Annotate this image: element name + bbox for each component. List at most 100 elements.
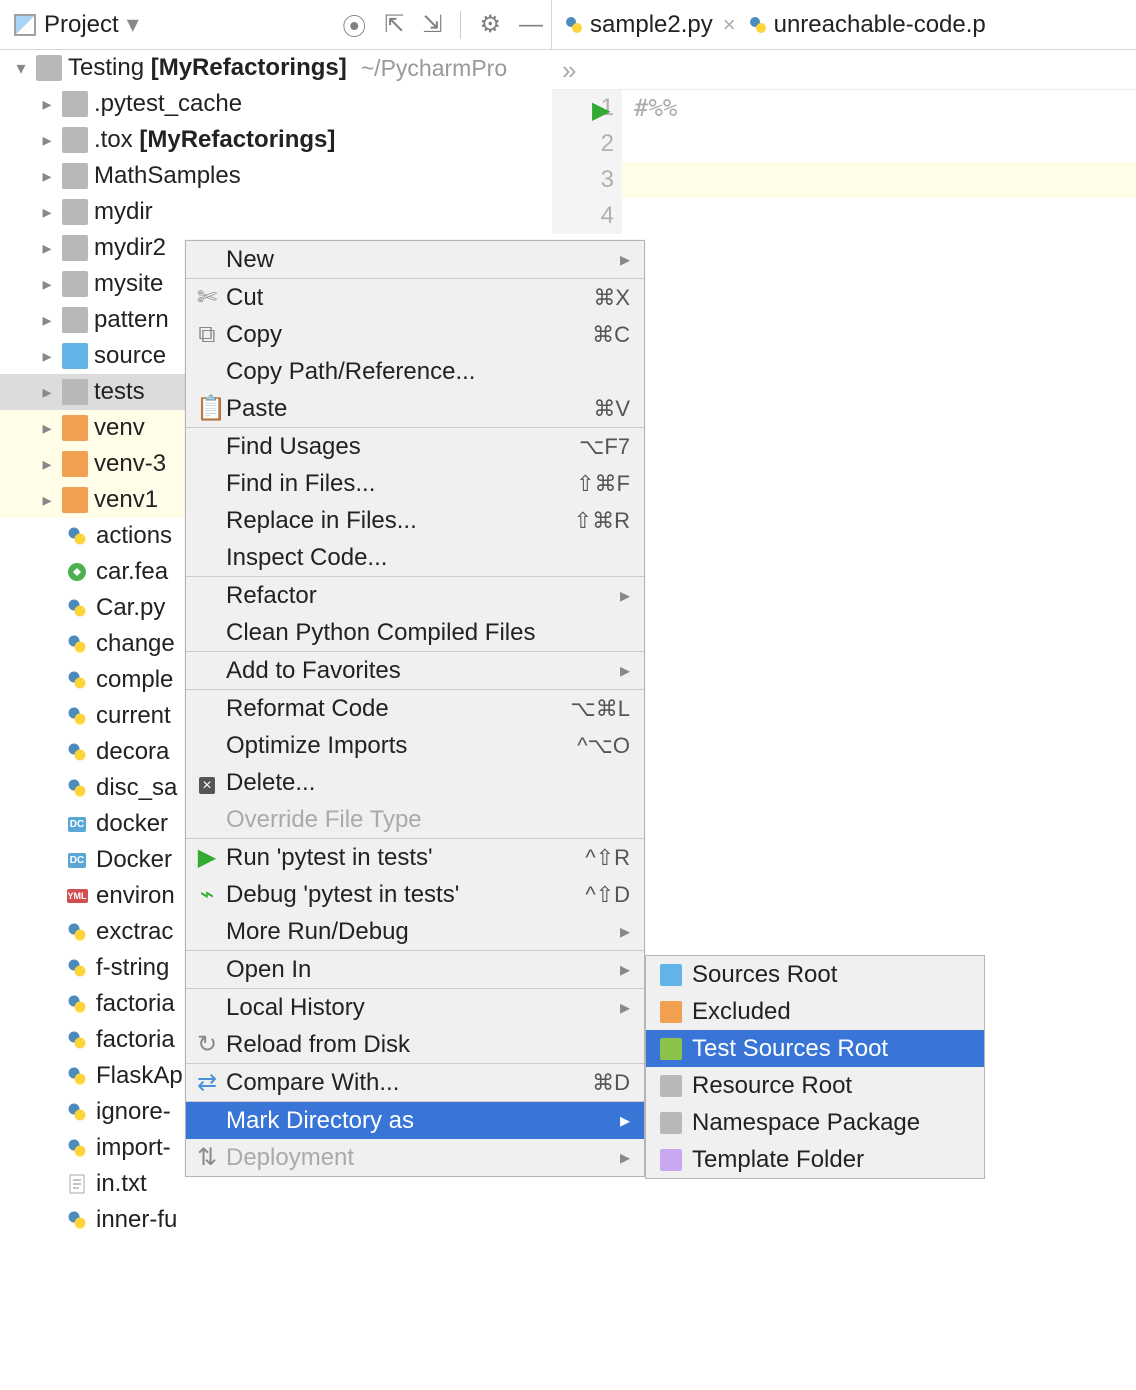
py-file-icon <box>64 667 90 693</box>
tree-folder[interactable]: .tox [MyRefactorings] <box>0 122 552 158</box>
menu-item[interactable]: Add to Favorites ▸ <box>186 652 644 689</box>
chevron-right-icon[interactable] <box>32 94 62 115</box>
tree-label: MathSamples <box>94 162 241 190</box>
menu-item[interactable]: Refactor ▸ <box>186 577 644 614</box>
submenu-item[interactable]: Sources Root <box>646 956 984 993</box>
chevron-right-icon[interactable] <box>32 238 62 259</box>
menu-item-label: Reload from Disk <box>226 1031 630 1059</box>
tree-label: environ <box>96 882 175 910</box>
menu-item-label: Replace in Files... <box>226 507 574 535</box>
menu-item[interactable]: ↻ Reload from Disk <box>186 1026 644 1063</box>
tree-folder[interactable]: MathSamples <box>0 158 552 194</box>
submenu-item[interactable]: Namespace Package <box>646 1104 984 1141</box>
menu-item[interactable]: New ▸ <box>186 241 644 278</box>
menu-item[interactable]: Reformat Code ⌥⌘L <box>186 690 644 727</box>
gear-icon[interactable]: ⚙ <box>479 10 501 39</box>
chevron-right-icon[interactable] <box>32 166 62 187</box>
submenu-item[interactable]: Test Sources Root <box>646 1030 984 1067</box>
submenu-item[interactable]: Template Folder <box>646 1141 984 1178</box>
run-gutter-icon[interactable]: ▶ <box>592 96 610 125</box>
tree-tag: [MyRefactorings] <box>139 126 335 154</box>
py-file-icon <box>64 1135 90 1161</box>
tree-folder[interactable]: .pytest_cache <box>0 86 552 122</box>
menu-item[interactable]: Find in Files... ⇧⌘F <box>186 465 644 502</box>
tree-label: Docker <box>96 846 172 874</box>
project-label: Project <box>44 11 119 39</box>
py-file-icon <box>64 1027 90 1053</box>
folder-color-icon <box>660 1112 682 1134</box>
project-selector[interactable]: Project ▾ <box>8 6 145 43</box>
menu-shortcut: ⌥F7 <box>579 434 630 460</box>
menu-item[interactable]: ▶ Run 'pytest in tests' ^⇧R <box>186 839 644 876</box>
menu-shortcut: ⌘V <box>593 396 630 422</box>
chevron-right-icon[interactable] <box>32 202 62 223</box>
chevron-right-icon[interactable] <box>32 454 62 475</box>
py-file-icon <box>64 919 90 945</box>
menu-item[interactable]: ⧉ Copy ⌘C <box>186 316 644 353</box>
tree-label: .pytest_cache <box>94 90 242 118</box>
reload-icon: ↻ <box>196 1030 218 1059</box>
menu-item[interactable]: Copy Path/Reference... <box>186 353 644 390</box>
tree-label: venv-3 <box>94 450 166 478</box>
locate-icon[interactable]: ⦿ <box>342 7 366 42</box>
menu-item[interactable]: Optimize Imports ^⌥O <box>186 727 644 764</box>
menu-item[interactable]: Find Usages ⌥F7 <box>186 428 644 465</box>
breadcrumb-overflow[interactable]: » <box>552 50 1136 90</box>
tree-label: inner-fu <box>96 1206 177 1234</box>
code-area[interactable]: #%% <box>622 90 1136 234</box>
tree-label: tests <box>94 378 145 406</box>
menu-item[interactable]: More Run/Debug ▸ <box>186 913 644 950</box>
menu-item[interactable]: Clean Python Compiled Files <box>186 614 644 651</box>
menu-item-label: More Run/Debug <box>226 918 620 946</box>
folder-icon <box>36 55 62 81</box>
chevron-right-icon[interactable] <box>32 310 62 331</box>
submenu-label: Template Folder <box>692 1146 864 1174</box>
menu-item-label: Optimize Imports <box>226 732 577 760</box>
menu-item[interactable]: Open In ▸ <box>186 951 644 988</box>
tree-root[interactable]: Testing [MyRefactorings] ~/PycharmPro <box>0 50 552 86</box>
py-file-icon <box>64 523 90 549</box>
tree-label: venv1 <box>94 486 158 514</box>
menu-item[interactable]: Local History ▸ <box>186 989 644 1026</box>
expand-icon[interactable]: ⇱ <box>384 10 404 39</box>
tree-label: factoria <box>96 990 175 1018</box>
submenu-label: Test Sources Root <box>692 1035 888 1063</box>
menu-item-label: Open In <box>226 956 620 984</box>
minimize-icon[interactable]: — <box>519 11 543 39</box>
menu-item[interactable]: ⌁ Debug 'pytest in tests' ^⇧D <box>186 876 644 913</box>
tree-label: .tox <box>94 126 133 154</box>
collapse-icon[interactable]: ⇲ <box>422 10 442 39</box>
tree-label: exctrac <box>96 918 173 946</box>
menu-item[interactable]: Replace in Files... ⇧⌘R <box>186 502 644 539</box>
chevron-down-icon[interactable] <box>6 58 36 79</box>
chevron-right-icon[interactable] <box>32 382 62 403</box>
tree-folder[interactable]: mydir <box>0 194 552 230</box>
tree-tag: [MyRefactorings] <box>151 54 347 82</box>
menu-item[interactable]: ✄ Cut ⌘X <box>186 279 644 316</box>
menu-item[interactable]: × Delete... <box>186 764 644 801</box>
py-file-icon <box>64 991 90 1017</box>
chevron-right-icon[interactable] <box>32 130 62 151</box>
submenu-label: Resource Root <box>692 1072 852 1100</box>
chevron-right-icon[interactable] <box>32 490 62 511</box>
editor-tab[interactable]: unreachable-code.p <box>748 11 986 39</box>
submenu-item[interactable]: Excluded <box>646 993 984 1030</box>
menu-item[interactable]: Mark Directory as ▸ <box>186 1102 644 1139</box>
folder-icon <box>62 127 88 153</box>
tree-label: current <box>96 702 171 730</box>
editor-tab[interactable]: sample2.py × <box>564 11 736 39</box>
menu-item[interactable]: ⇄ Compare With... ⌘D <box>186 1064 644 1101</box>
chevron-right-icon[interactable] <box>32 346 62 367</box>
folder-color-icon <box>660 1075 682 1097</box>
chevron-right-icon[interactable] <box>32 274 62 295</box>
tree-file[interactable]: inner-fu <box>0 1202 552 1238</box>
submenu-item[interactable]: Resource Root <box>646 1067 984 1104</box>
menu-item[interactable]: Inspect Code... <box>186 539 644 576</box>
close-icon[interactable]: × <box>723 12 736 38</box>
chevron-right-icon[interactable] <box>32 418 62 439</box>
tree-label: pattern <box>94 306 169 334</box>
del-icon: × <box>196 769 218 797</box>
menu-shortcut: ⌘C <box>592 322 630 348</box>
menu-item[interactable]: 📋 Paste ⌘V <box>186 390 644 427</box>
context-menu: New ▸ ✄ Cut ⌘X ⧉ Copy ⌘C Copy Path/Refer… <box>185 240 645 1177</box>
